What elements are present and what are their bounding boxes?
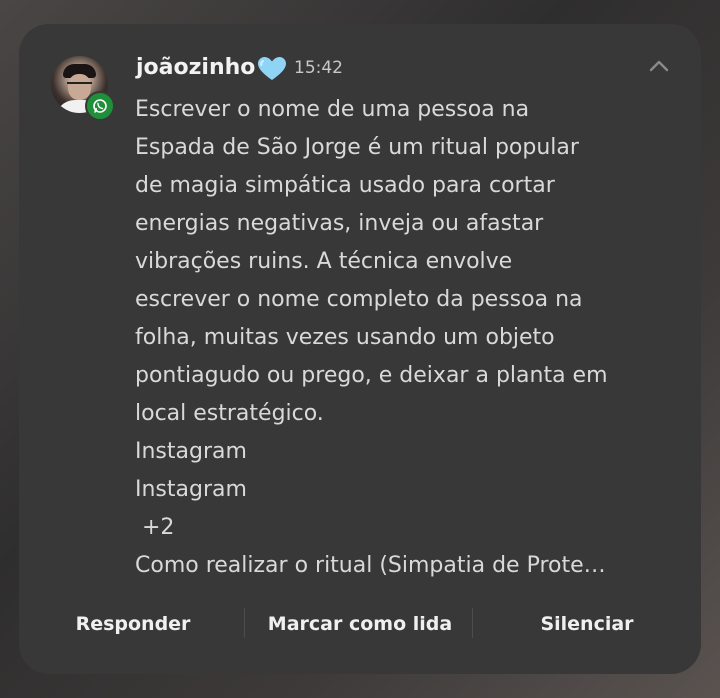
message-line: Espada de São Jorge é um ritual popular <box>135 135 579 160</box>
mute-button[interactable]: Silenciar <box>529 606 645 642</box>
message-line: +2 <box>135 515 175 540</box>
message-line: energias negativas, inveja ou afastar <box>135 211 544 236</box>
message-line: vibrações ruins. A técnica envolve <box>135 249 513 274</box>
sender-name: joãozinho <box>136 55 256 80</box>
message-line: Instagram <box>135 439 247 464</box>
timestamp: 15:42 <box>294 58 343 78</box>
message-body: Escrever o nome de uma pessoa na Espada … <box>135 91 635 585</box>
blue-heart-icon <box>258 57 286 80</box>
message-line: folha, muitas vezes usando um objeto <box>135 325 555 350</box>
message-line: de magia simpática usado para cortar <box>135 173 555 198</box>
reply-button[interactable]: Responder <box>71 606 195 642</box>
message-line: escrever o nome completo da pessoa na <box>135 287 583 312</box>
message-line: local estratégico. <box>135 401 324 426</box>
divider <box>472 608 473 638</box>
message-line: Escrever o nome de uma pessoa na <box>135 97 530 122</box>
message-line: Instagram <box>135 477 247 502</box>
message-line: pontiagudo ou prego, e deixar a planta e… <box>135 363 608 388</box>
notification-actions: Responder Marcar como lida Silenciar <box>19 606 701 642</box>
message-line: Como realizar o ritual (Simpatia de Prot… <box>135 553 606 578</box>
notification-card[interactable]: joãozinho 15:42 Escrever o nome de uma p… <box>19 24 701 674</box>
chevron-up-icon[interactable] <box>645 54 673 78</box>
mark-read-button[interactable]: Marcar como lida <box>263 606 457 642</box>
whatsapp-icon <box>85 91 115 121</box>
divider <box>244 608 245 638</box>
